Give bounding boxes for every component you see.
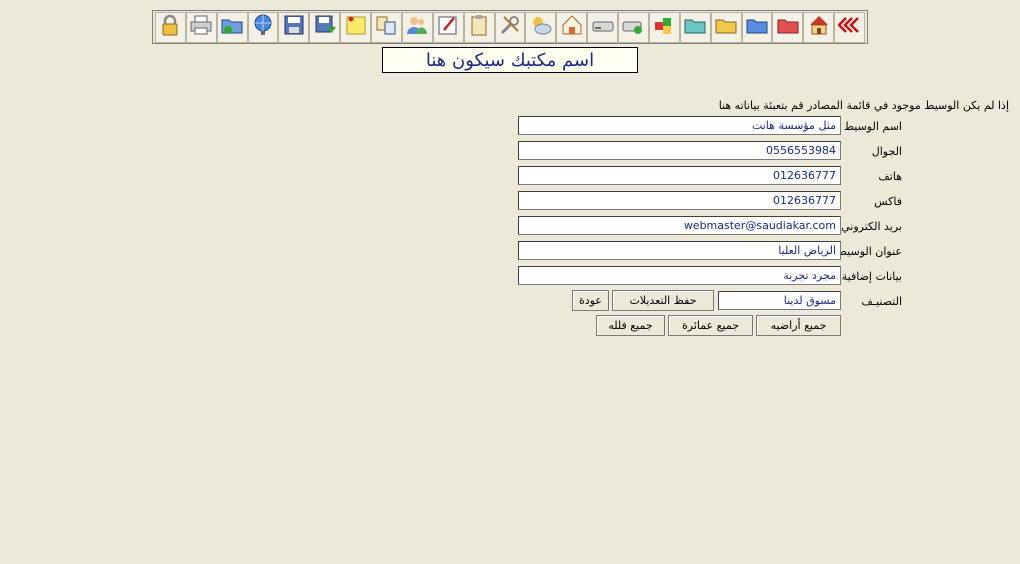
instruction-text: إذا لم يكن الوسيط موجود في قائمة المصادر… — [718, 99, 1009, 112]
print-button[interactable] — [185, 11, 217, 43]
drive-add-icon — [621, 13, 645, 41]
save-icon — [313, 13, 337, 41]
edit-note-icon — [436, 13, 460, 41]
cubes-button[interactable] — [648, 11, 680, 43]
drive-add-button[interactable] — [618, 11, 649, 43]
network-icon — [251, 13, 275, 41]
back-arrows-icon — [836, 13, 862, 41]
house-edit-icon — [560, 13, 584, 41]
drive-icon — [591, 13, 615, 41]
toolbar — [152, 10, 868, 44]
office-name-banner: اسم مكتبك سيكون هنا — [382, 47, 638, 73]
category-input[interactable] — [718, 291, 841, 310]
users-button[interactable] — [401, 11, 433, 43]
broker-name-input[interactable] — [518, 116, 841, 135]
house-edit-button[interactable] — [556, 11, 588, 43]
save-button[interactable]: حفظ التعديلات — [612, 290, 714, 311]
sticky-note-icon — [344, 13, 368, 41]
back-button[interactable]: عودة — [572, 290, 609, 311]
email-label: بريد الكتروني — [841, 220, 902, 233]
category-label: التصنيـف — [861, 295, 902, 308]
yellow-folder-button[interactable] — [710, 11, 742, 43]
yellow-folder-icon — [714, 13, 738, 41]
email-input[interactable] — [518, 216, 841, 235]
fax-label: فاكس — [874, 195, 902, 208]
all-villas-button[interactable]: جميع فلله — [596, 315, 665, 336]
red-folder-icon — [776, 13, 800, 41]
print-icon — [189, 13, 213, 41]
home-icon — [807, 13, 831, 41]
lock-icon — [158, 13, 182, 41]
sticky-note-button[interactable] — [340, 11, 371, 43]
folder-refresh-icon — [220, 13, 244, 41]
mobile-input[interactable] — [518, 141, 841, 160]
phone-input[interactable] — [518, 166, 841, 185]
blue-folder-icon — [745, 13, 769, 41]
home-button[interactable] — [803, 11, 835, 43]
broker-name-label: اسم الوسيط — [843, 120, 902, 133]
teal-folder-button[interactable] — [679, 11, 711, 43]
clipboard-icon — [467, 13, 491, 41]
red-folder-button[interactable] — [772, 11, 804, 43]
fax-input[interactable] — [518, 191, 841, 210]
teal-folder-icon — [683, 13, 707, 41]
users-icon — [405, 13, 429, 41]
exchange-button[interactable] — [371, 11, 402, 43]
blue-folder-button[interactable] — [741, 11, 773, 43]
drive-button[interactable] — [587, 11, 618, 43]
address-input[interactable] — [518, 241, 841, 260]
phone-label: هاتف — [878, 170, 902, 183]
folder-refresh-button[interactable] — [216, 11, 248, 43]
clipboard-button[interactable] — [463, 11, 495, 43]
cubes-icon — [652, 13, 676, 41]
address-label: عنوان الوسيط — [836, 245, 902, 258]
mobile-label: الجوال — [871, 145, 902, 158]
all-lands-button[interactable]: جميع أراضيه — [756, 315, 841, 336]
floppy-button[interactable] — [278, 11, 310, 43]
floppy-icon — [282, 13, 306, 41]
back-arrows-button[interactable] — [834, 11, 865, 43]
save-button[interactable] — [309, 11, 341, 43]
edit-note-button[interactable] — [432, 11, 464, 43]
extra-info-input[interactable] — [518, 266, 841, 285]
network-button[interactable] — [247, 11, 279, 43]
extra-info-label: بيانات إضافية — [841, 270, 902, 283]
tools-icon — [498, 13, 522, 41]
lock-button[interactable] — [154, 11, 186, 43]
tools-button[interactable] — [494, 11, 526, 43]
weather-icon — [529, 13, 553, 41]
exchange-icon — [374, 13, 398, 41]
all-buildings-button[interactable]: جميع عمائرة — [668, 315, 753, 336]
weather-button[interactable] — [525, 11, 557, 43]
